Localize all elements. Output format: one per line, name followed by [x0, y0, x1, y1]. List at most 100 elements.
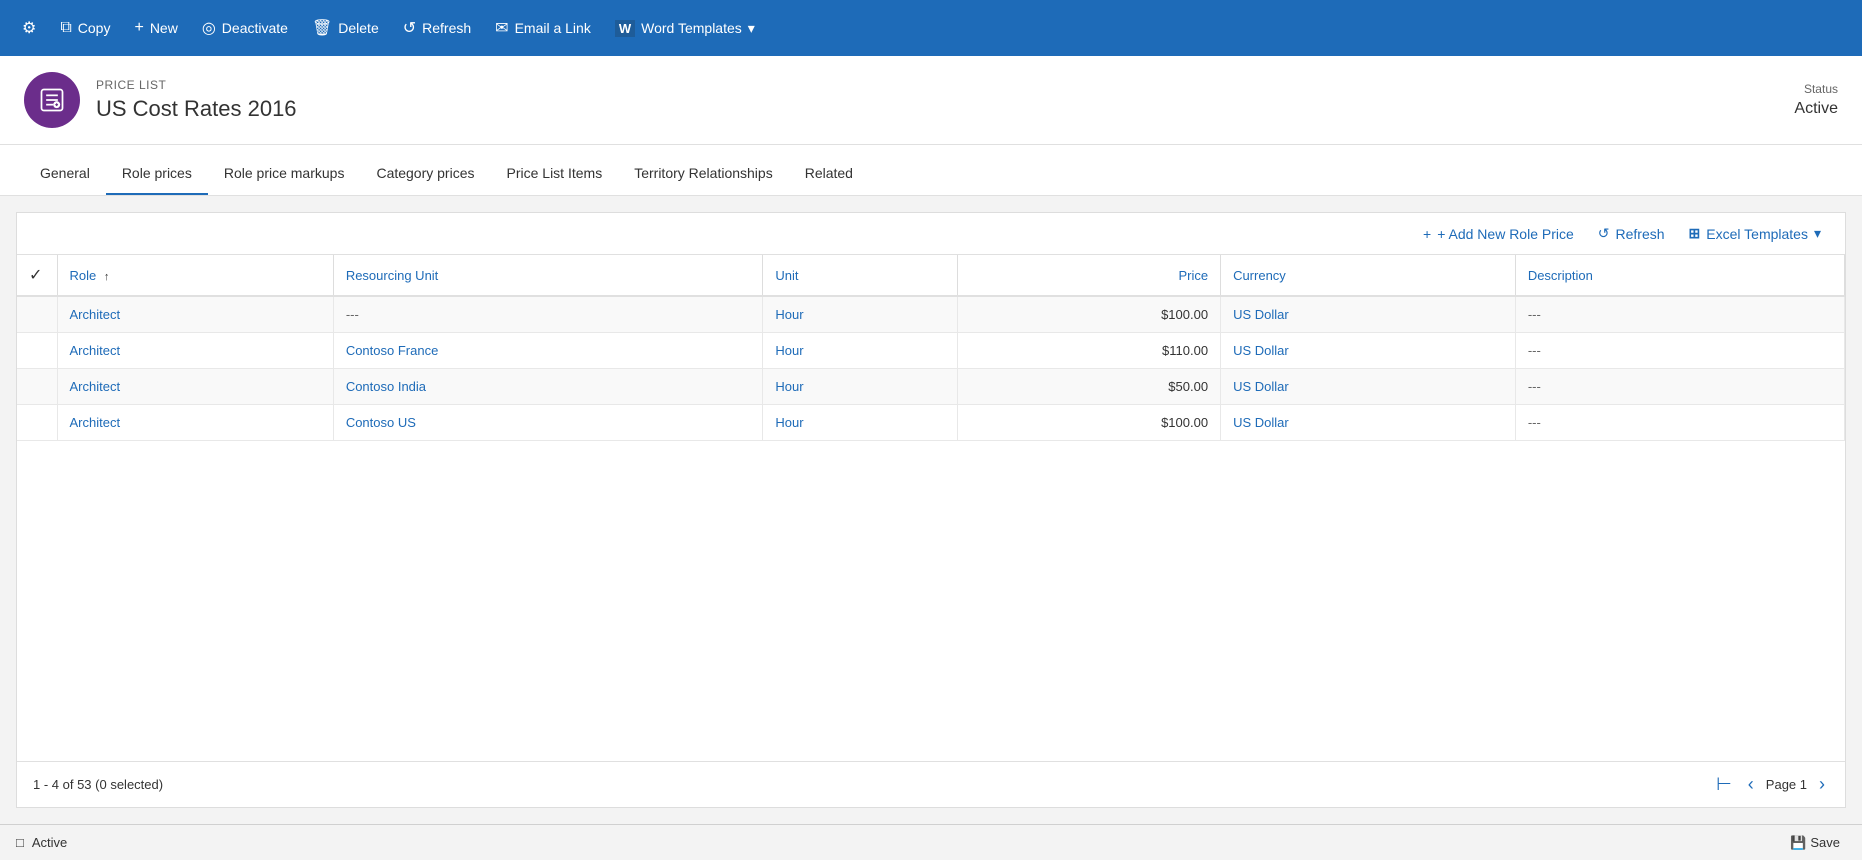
description-column-header[interactable]: Description: [1515, 255, 1844, 296]
status-bar-right: 💾 Save: [1784, 833, 1846, 853]
role-column-header[interactable]: Role ↑: [57, 255, 333, 296]
grid-toolbar: + + Add New Role Price ↺ Refresh ⊞ Excel…: [17, 213, 1845, 255]
grid-refresh-icon: ↺: [1598, 225, 1610, 242]
resourcing-unit-cell-2[interactable]: Contoso India: [333, 369, 763, 405]
status-indicator-icon: □: [16, 835, 24, 850]
refresh-button[interactable]: ↺ Refresh: [393, 12, 481, 44]
unit-cell-2[interactable]: Hour: [763, 369, 957, 405]
currency-cell-1[interactable]: US Dollar: [1221, 333, 1516, 369]
row-checkbox-0[interactable]: [17, 296, 57, 333]
tab-price-list-items[interactable]: Price List Items: [491, 153, 619, 195]
row-checkbox-3[interactable]: [17, 405, 57, 441]
settings-button[interactable]: ⚙: [12, 12, 46, 44]
price-cell-0: $100.00: [957, 296, 1220, 333]
role-sort-icon: ↑: [104, 271, 110, 283]
description-cell-0: ---: [1515, 296, 1844, 333]
status-bar-status: Active: [32, 835, 67, 850]
deactivate-button[interactable]: ◎ Deactivate: [192, 12, 298, 44]
price-column-header[interactable]: Price: [957, 255, 1220, 296]
current-page: Page 1: [1766, 777, 1807, 792]
resourcing-unit-cell-3[interactable]: Contoso US: [333, 405, 763, 441]
word-icon: W: [615, 20, 635, 37]
excel-icon: ⊞: [1689, 225, 1701, 242]
unit-cell-1[interactable]: Hour: [763, 333, 957, 369]
new-icon: +: [134, 19, 143, 37]
next-page-button[interactable]: ›: [1815, 772, 1829, 797]
tab-navigation: General Role prices Role price markups C…: [0, 153, 1862, 196]
email-link-button[interactable]: ✉ Email a Link: [485, 12, 601, 44]
table-scroll-area[interactable]: ✓ Role ↑ Resourcing Unit Unit: [17, 255, 1845, 761]
header-status: Status Active: [1794, 82, 1838, 118]
tab-category-prices[interactable]: Category prices: [360, 153, 490, 195]
currency-cell-2[interactable]: US Dollar: [1221, 369, 1516, 405]
header-info: PRICE LIST US Cost Rates 2016: [96, 78, 1794, 122]
new-button[interactable]: + New: [124, 13, 187, 43]
price-list-icon: [38, 86, 66, 114]
deactivate-icon: ◎: [202, 18, 216, 38]
tab-role-prices[interactable]: Role prices: [106, 153, 208, 195]
unit-cell-3[interactable]: Hour: [763, 405, 957, 441]
unit-cell-0[interactable]: Hour: [763, 296, 957, 333]
delete-button[interactable]: 🗑 Delete: [302, 12, 389, 44]
tab-general[interactable]: General: [24, 153, 106, 195]
role-cell-0[interactable]: Architect: [57, 296, 333, 333]
grid-container: + + Add New Role Price ↺ Refresh ⊞ Excel…: [16, 212, 1846, 808]
role-cell-2[interactable]: Architect: [57, 369, 333, 405]
currency-cell-3[interactable]: US Dollar: [1221, 405, 1516, 441]
email-icon: ✉: [495, 18, 508, 38]
entity-icon: [24, 72, 80, 128]
record-header: PRICE LIST US Cost Rates 2016 Status Act…: [0, 56, 1862, 145]
description-cell-1: ---: [1515, 333, 1844, 369]
price-cell-1: $110.00: [957, 333, 1220, 369]
add-icon: +: [1423, 226, 1431, 242]
delete-icon: 🗑: [312, 18, 332, 38]
copy-button[interactable]: ⧉ Copy: [50, 13, 120, 43]
role-prices-table: ✓ Role ↑ Resourcing Unit Unit: [17, 255, 1845, 441]
description-cell-2: ---: [1515, 369, 1844, 405]
add-new-role-price-button[interactable]: + + Add New Role Price: [1415, 222, 1582, 246]
tab-territory-relationships[interactable]: Territory Relationships: [618, 153, 789, 195]
save-button[interactable]: 💾 Save: [1784, 833, 1846, 853]
pagination-summary: 1 - 4 of 53 (0 selected): [33, 777, 163, 792]
status-bar-left: □ Active: [16, 835, 67, 850]
first-page-button[interactable]: ⊢: [1712, 772, 1736, 797]
copy-icon: ⧉: [60, 19, 71, 37]
status-bar: □ Active 💾 Save: [0, 824, 1862, 860]
currency-column-header[interactable]: Currency: [1221, 255, 1516, 296]
grid-refresh-button[interactable]: ↺ Refresh: [1590, 221, 1673, 246]
word-templates-dropdown-icon: ▾: [748, 20, 755, 37]
select-all-header[interactable]: ✓: [17, 255, 57, 296]
status-value: Active: [1794, 100, 1838, 118]
role-cell-1[interactable]: Architect: [57, 333, 333, 369]
row-checkbox-2[interactable]: [17, 369, 57, 405]
tab-related[interactable]: Related: [789, 153, 869, 195]
price-cell-2: $50.00: [957, 369, 1220, 405]
row-checkbox-1[interactable]: [17, 333, 57, 369]
price-cell-3: $100.00: [957, 405, 1220, 441]
pagination-nav: ⊢ ‹ Page 1 ›: [1712, 772, 1829, 797]
record-title: US Cost Rates 2016: [96, 96, 1794, 122]
resourcing-unit-cell-1[interactable]: Contoso France: [333, 333, 763, 369]
table-row[interactable]: Architect Contoso France Hour $110.00 US…: [17, 333, 1845, 369]
description-cell-3: ---: [1515, 405, 1844, 441]
word-templates-button[interactable]: W Word Templates ▾: [605, 14, 765, 43]
table-row[interactable]: Architect Contoso India Hour $50.00 US D…: [17, 369, 1845, 405]
main-toolbar: ⚙ ⧉ Copy + New ◎ Deactivate 🗑 Delete ↺ R…: [0, 0, 1862, 56]
main-content: + + Add New Role Price ↺ Refresh ⊞ Excel…: [0, 196, 1862, 824]
prev-page-button[interactable]: ‹: [1744, 772, 1758, 797]
table-row[interactable]: Architect Contoso US Hour $100.00 US Dol…: [17, 405, 1845, 441]
refresh-icon: ↺: [403, 18, 416, 38]
status-label: Status: [1794, 82, 1838, 96]
pagination: 1 - 4 of 53 (0 selected) ⊢ ‹ Page 1 ›: [17, 761, 1845, 807]
resourcing-unit-column-header[interactable]: Resourcing Unit: [333, 255, 763, 296]
tab-role-price-markups[interactable]: Role price markups: [208, 153, 361, 195]
unit-column-header[interactable]: Unit: [763, 255, 957, 296]
excel-templates-button[interactable]: ⊞ Excel Templates ▾: [1681, 221, 1829, 246]
currency-cell-0[interactable]: US Dollar: [1221, 296, 1516, 333]
excel-dropdown-icon: ▾: [1814, 225, 1821, 242]
save-icon: 💾: [1790, 835, 1806, 851]
resourcing-unit-cell-0: ---: [333, 296, 763, 333]
role-cell-3[interactable]: Architect: [57, 405, 333, 441]
entity-type-label: PRICE LIST: [96, 78, 1794, 92]
table-row[interactable]: Architect --- Hour $100.00 US Dollar ---: [17, 296, 1845, 333]
